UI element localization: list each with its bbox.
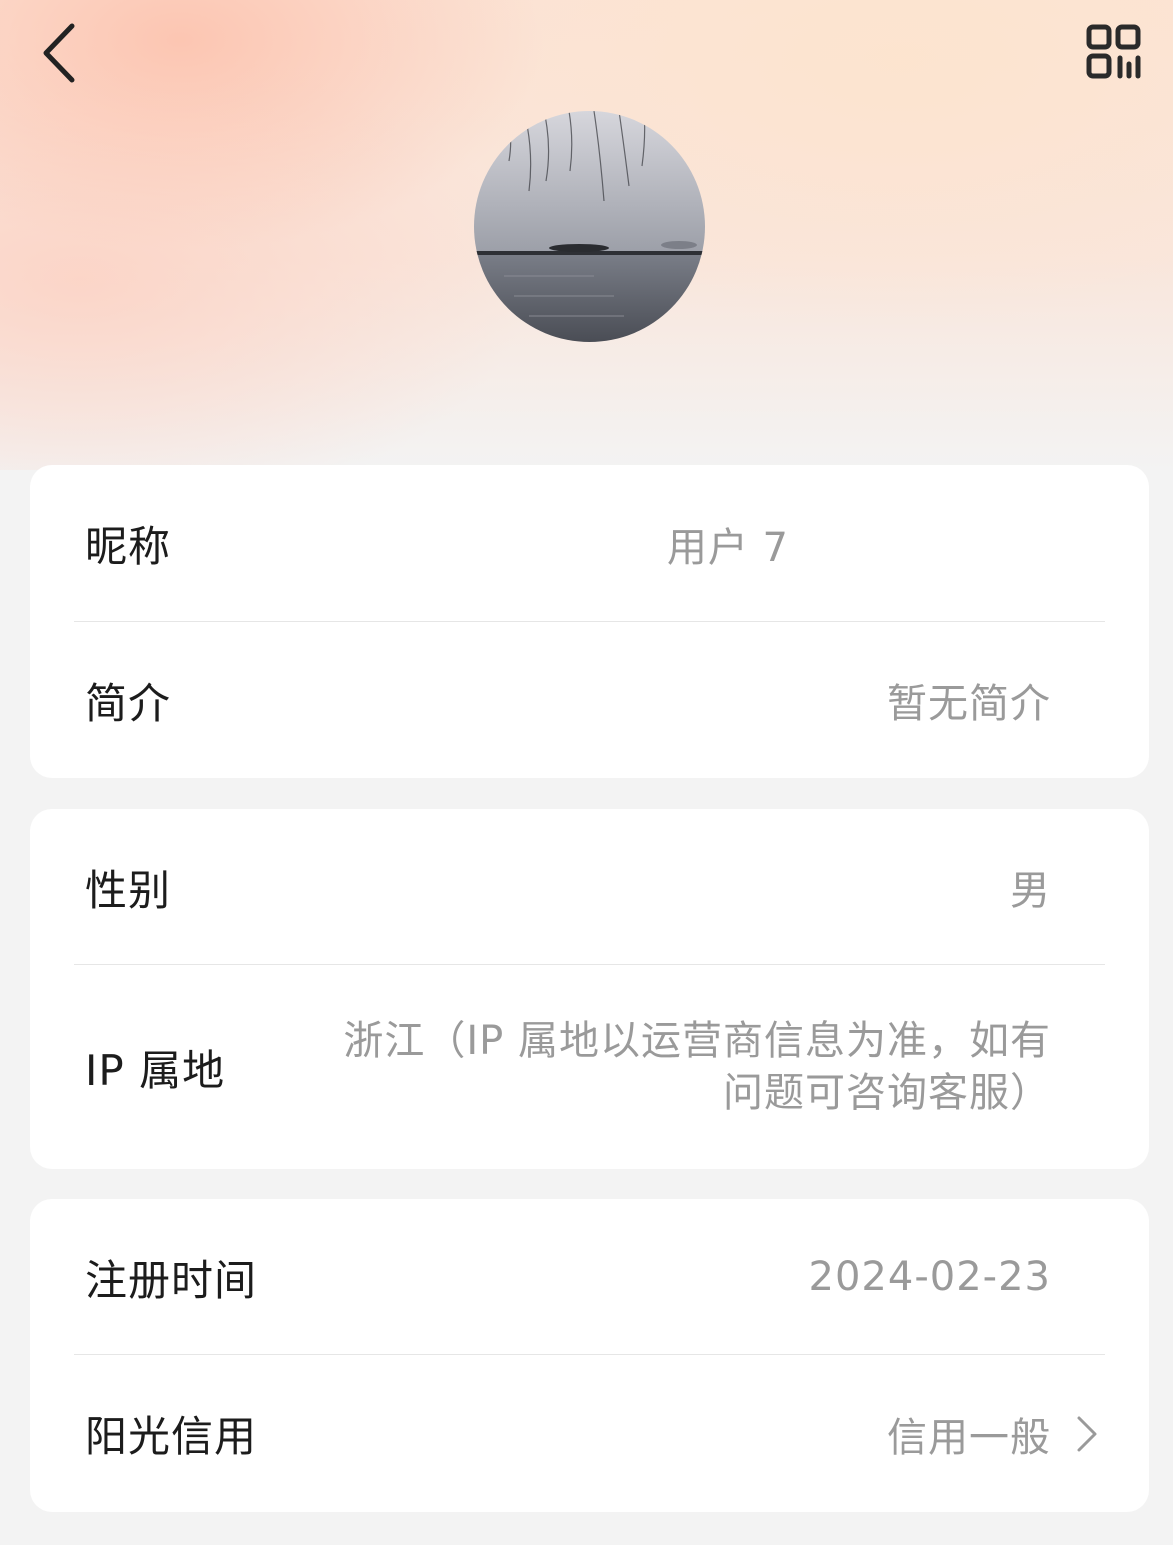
chevron-left-icon [43, 23, 75, 83]
ip-location-row: IP 属地 浙江（IP 属地以运营商信息为准，如有 问题可咨询客服） [30, 965, 1149, 1169]
avatar[interactable] [474, 111, 705, 342]
basic-info-card: 昵称 用户 7 简介 暂无简介 [30, 465, 1149, 778]
chevron-right-icon [1077, 1416, 1097, 1451]
bio-label: 简介 [85, 678, 172, 728]
bio-row[interactable]: 简介 暂无简介 [30, 622, 1149, 778]
sunshine-credit-row[interactable]: 阳光信用 信用一般 [30, 1355, 1149, 1512]
gender-row[interactable]: 性别 男 [30, 809, 1149, 965]
account-info-card: 注册时间 2024-02-23 阳光信用 信用一般 [30, 1199, 1149, 1512]
nickname-label: 昵称 [85, 522, 172, 571]
sunshine-credit-value: 信用一般 [887, 1414, 1051, 1461]
ip-location-value-line1: 浙江（IP 属地以运营商信息为准，如有 [343, 1018, 1051, 1064]
nickname-row[interactable]: 昵称 用户 7 [30, 465, 1149, 622]
bio-value: 暂无简介 [887, 681, 1051, 727]
personal-info-card: 性别 男 IP 属地 浙江（IP 属地以运营商信息为准，如有 问题可咨询客服） [30, 809, 1149, 1169]
qr-code-icon [1086, 24, 1141, 79]
avatar-image [474, 111, 705, 342]
ip-location-value: 浙江（IP 属地以运营商信息为准，如有 问题可咨询客服） [343, 1015, 1051, 1119]
ip-location-label: IP 属地 [85, 1045, 226, 1095]
gender-label: 性别 [85, 865, 172, 915]
nickname-value: 用户 7 [666, 524, 789, 571]
register-time-value: 2024-02-23 [808, 1254, 1051, 1300]
gender-value: 男 [1010, 868, 1051, 914]
qr-code-button[interactable] [1082, 20, 1144, 82]
register-time-row: 注册时间 2024-02-23 [30, 1199, 1149, 1355]
ip-location-value-line2: 问题可咨询客服） [723, 1070, 1051, 1116]
back-button[interactable] [30, 18, 86, 88]
register-time-label: 注册时间 [85, 1255, 258, 1305]
sunshine-credit-label: 阳光信用 [85, 1412, 258, 1461]
nickname-redaction [810, 515, 1060, 571]
